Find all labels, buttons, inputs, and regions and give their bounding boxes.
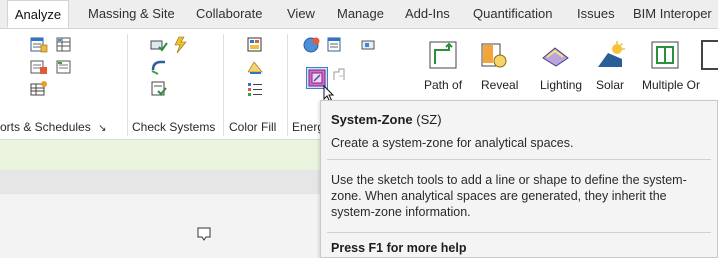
check-electrical-icon[interactable] [172,36,190,54]
color-list-icon[interactable] [246,80,264,98]
lighting-label: Lighting [540,78,583,92]
multiple-orientations-icon[interactable] [650,40,680,70]
tooltip-divider [327,159,711,160]
panel-divider [127,34,128,136]
tab-analyze[interactable]: Analyze [7,0,69,28]
show-disconnects-icon[interactable] [150,80,168,98]
tooltip-shortcut: (SZ) [416,112,442,127]
pipe-report-icon[interactable] [55,58,73,76]
duct-report-icon[interactable] [30,58,48,76]
tab-massing-site[interactable]: Massing & Site [88,0,175,28]
space-icon[interactable] [359,36,377,54]
path-of-travel-icon[interactable] [428,40,458,70]
next-button-cutoff[interactable] [701,40,718,70]
room-icon[interactable] [331,66,349,84]
tooltip-title: System-Zone (SZ) [331,112,442,127]
path-of-label: Path of [424,78,463,92]
reveal-label: Reveal [481,78,519,92]
legend-icon[interactable] [246,36,264,54]
reveal-obstacles-icon[interactable] [478,40,508,70]
panel-reports-schedules: orts & Schedules ↘ [0,120,106,134]
panel-check-systems: Check Systems [132,120,216,134]
tab-add-ins[interactable]: Add-Ins [405,0,450,28]
panel-reports-label: orts & Schedules [0,120,91,134]
panel-divider [223,34,224,136]
color-scheme-icon[interactable] [246,58,264,76]
tooltip-command-name: System-Zone [331,112,413,127]
solar-label: Solar [596,78,625,92]
check-pipe-icon[interactable] [150,58,168,76]
tooltip-description: Create a system-zone for analytical spac… [331,136,574,150]
energy-settings-icon[interactable] [303,36,321,54]
ribbon-tab-strip: Analyze Massing & Site Collaborate View … [0,0,718,29]
tab-bim-interoperability[interactable]: BIM Interoper [633,0,712,28]
tab-view[interactable]: View [287,0,315,28]
panel-color-fill: Color Fill [229,120,277,134]
check-duct-icon[interactable] [150,36,168,54]
multiple-orientations-label: Multiple Or [642,78,701,92]
panel-divider [287,34,288,136]
comment-icon[interactable] [196,226,212,244]
schedule-grid-icon[interactable] [30,80,48,98]
panel-launcher-arrow-icon[interactable]: ↘ [98,123,106,134]
tooltip-system-zone: System-Zone (SZ) Create a system-zone fo… [320,100,718,258]
schedule-icon[interactable] [55,36,73,54]
tab-quantification[interactable]: Quantification [473,0,553,28]
tab-collaborate[interactable]: Collaborate [196,0,263,28]
report-table-icon[interactable] [30,36,48,54]
tab-manage[interactable]: Manage [337,0,384,28]
tooltip-details: Use the sketch tools to add a line or sh… [331,173,687,219]
lighting-icon[interactable] [540,40,570,70]
create-energy-model-icon[interactable] [326,36,344,54]
tab-issues[interactable]: Issues [577,0,615,28]
tooltip-help-hint: Press F1 for more help [331,241,467,255]
tooltip-divider [327,232,711,233]
solar-icon[interactable] [596,40,626,70]
